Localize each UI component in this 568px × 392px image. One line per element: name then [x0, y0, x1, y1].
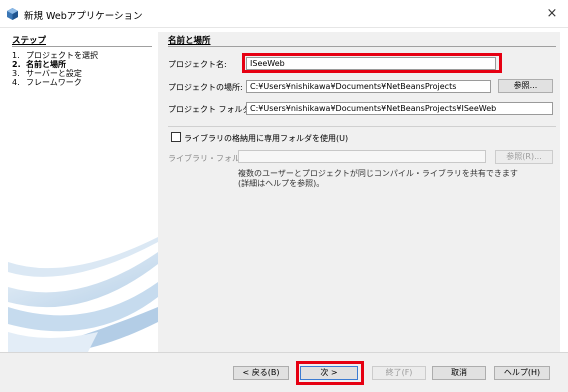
steps-heading: ステップ: [12, 36, 47, 46]
cancel-button[interactable]: 取消: [432, 366, 486, 380]
step-label: 名前と場所: [26, 60, 66, 69]
library-hint-line2: (詳細はヘルプを参照)。: [238, 179, 325, 188]
library-hint-line1: 複数のユーザーとプロジェクトが同じコンパイル・ライブラリを共有できます: [238, 169, 518, 178]
project-folder-input: C:¥Users¥nishikawa¥Documents¥NetBeansPro…: [246, 102, 553, 115]
project-folder-label: プロジェクト フォルダ:: [168, 105, 254, 114]
step-number: 2.: [12, 60, 21, 69]
steps-divider: [12, 46, 152, 47]
library-folder-input[interactable]: [238, 150, 486, 163]
library-browse-button[interactable]: 参照(R)...: [495, 150, 553, 164]
library-folder-checkbox[interactable]: [171, 132, 181, 142]
step-label: サーバーと設定: [26, 69, 82, 78]
project-location-label: プロジェクトの場所:: [168, 83, 243, 92]
step-item-current: 2. 名前と場所: [12, 60, 98, 69]
step-item: 4. フレームワーク: [12, 78, 98, 87]
window-title: 新規 Webアプリケーション: [24, 11, 143, 22]
title-bar: 新規 Webアプリケーション ×: [0, 0, 568, 28]
name-location-panel: 名前と場所 プロジェクト名: ISeeWeb プロジェクトの場所: C:¥Use…: [158, 32, 560, 352]
project-name-highlight: [242, 53, 502, 73]
step-label: フレームワーク: [26, 78, 82, 87]
project-name-label: プロジェクト名:: [168, 60, 227, 69]
steps-list: 1. プロジェクトを選択 2. 名前と場所 3. サーバーと設定 4. フレームワーク: [12, 51, 98, 87]
browse-button[interactable]: 参照...: [498, 79, 553, 93]
back-button[interactable]: < 戻る(B): [233, 366, 289, 380]
step-number: 3.: [12, 69, 20, 78]
next-button-highlight: [296, 361, 364, 385]
section-heading: 名前と場所: [168, 36, 211, 46]
library-checkbox-label: ライブラリの格納用に専用フォルダを使用(U): [184, 134, 349, 143]
project-location-input[interactable]: C:¥Users¥nishikawa¥Documents¥NetBeansPro…: [246, 80, 491, 93]
close-icon[interactable]: ×: [545, 6, 559, 21]
form-divider: [168, 126, 556, 127]
step-item: 1. プロジェクトを選択: [12, 51, 98, 60]
finish-button[interactable]: 終了(F): [372, 366, 426, 380]
help-button[interactable]: ヘルプ(H): [494, 366, 550, 380]
step-label: プロジェクトを選択: [26, 51, 98, 60]
section-divider: [168, 46, 556, 47]
wizard-button-bar: < 戻る(B) 次 > 終了(F) 取消 ヘルプ(H): [0, 352, 568, 392]
netbeans-cube-icon: [7, 8, 18, 20]
steps-panel: ステップ 1. プロジェクトを選択 2. 名前と場所 3. サーバーと設定 4. フレー…: [8, 32, 158, 352]
step-number: 1.: [12, 51, 20, 60]
step-number: 4.: [12, 78, 20, 87]
step-item: 3. サーバーと設定: [12, 69, 98, 78]
